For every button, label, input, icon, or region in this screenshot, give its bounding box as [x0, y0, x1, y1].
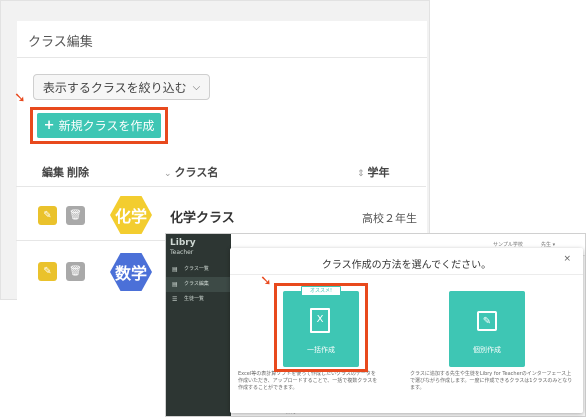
plus-icon: + [43, 118, 55, 133]
stage: クラス編集 表示するクラスを絞り込む ⌵ ➘ + 新規クラスを作成 編集 削除 … [0, 0, 586, 417]
filter-classes-button[interactable]: 表示するクラスを絞り込む ⌵ [33, 74, 210, 100]
col-header-grade-label: 学年 [367, 166, 390, 179]
trash-icon[interactable]: 🗑 [66, 262, 85, 281]
edit-icon: ▤ [172, 281, 178, 288]
user-menu[interactable]: 先生 ▾ [541, 241, 555, 248]
sidebar-item-class-list[interactable]: ▤ クラス一覧 [166, 262, 231, 277]
trash-icon[interactable]: 🗑 [66, 206, 85, 225]
filter-classes-label: 表示するクラスを絞り込む [42, 80, 187, 95]
edit-icon[interactable]: ✎ [38, 206, 57, 225]
col-header-class-name[interactable]: ⌄ クラス名 [164, 164, 218, 180]
sidebar-item-students[interactable]: ☰ 生徒一覧 [166, 292, 231, 307]
arrow-pointer-icon: ➘ [14, 90, 26, 106]
sidebar-item-class-edit[interactable]: ▤ クラス編集 [166, 277, 231, 292]
close-icon[interactable]: × [563, 254, 571, 264]
arrow-pointer-icon: ➘ [260, 273, 272, 289]
logo-line2: Teacher [170, 249, 194, 256]
list-icon: ▤ [172, 266, 178, 273]
edit-icon[interactable]: ✎ [38, 262, 57, 281]
sidebar: Libry Teacher ▤ クラス一覧 ▤ クラス編集 ☰ 生徒一覧 [166, 234, 231, 416]
col-header-grade[interactable]: ⇕ 学年 [357, 164, 390, 180]
sort-icon: ⇕ [357, 169, 365, 179]
single-create-button[interactable]: ✎ 個別作成 [449, 291, 525, 367]
single-create-label: 個別作成 [473, 346, 501, 354]
page-title: クラス編集 [28, 35, 93, 50]
col-header-edit: 編集 [42, 166, 64, 179]
class-grade: 高校２年生 [362, 212, 417, 225]
sidebar-item-label: クラス一覧 [184, 266, 209, 272]
users-icon: ☰ [172, 296, 178, 303]
class-name: 化学クラス [170, 211, 235, 226]
new-class-button[interactable]: + 新規クラスを作成 [37, 113, 161, 138]
chevron-down-icon: ⌵ [192, 81, 201, 93]
modal-title: クラス作成の方法を選んでください。 [321, 260, 492, 271]
sidebar-item-label: 生徒一覧 [184, 296, 205, 302]
pencil-icon: ✎ [477, 311, 497, 331]
title-divider [17, 57, 427, 58]
logo: Libry Teacher [170, 239, 196, 257]
col-header-class-name-label: クラス名 [174, 166, 219, 179]
col-header-delete: 削除 [67, 166, 89, 179]
logo-line1: Libry [170, 238, 196, 248]
new-class-button-label: 新規クラスを作成 [58, 119, 155, 133]
sort-icon: ⌄ [164, 169, 172, 179]
header-divider [16, 186, 426, 187]
modal-divider [230, 274, 583, 275]
bulk-create-highlight [274, 283, 368, 372]
sidebar-item-label: クラス編集 [184, 281, 209, 287]
single-create-description: クラスに追加する先生や生徒をLibry for Teacherのインターフェース… [410, 371, 573, 391]
bulk-create-description: Excel等の表計算ソフトを使って作成したいクラスのデータを作成いただき、アップ… [238, 371, 378, 391]
school-name: サンプル学校 [493, 242, 523, 248]
